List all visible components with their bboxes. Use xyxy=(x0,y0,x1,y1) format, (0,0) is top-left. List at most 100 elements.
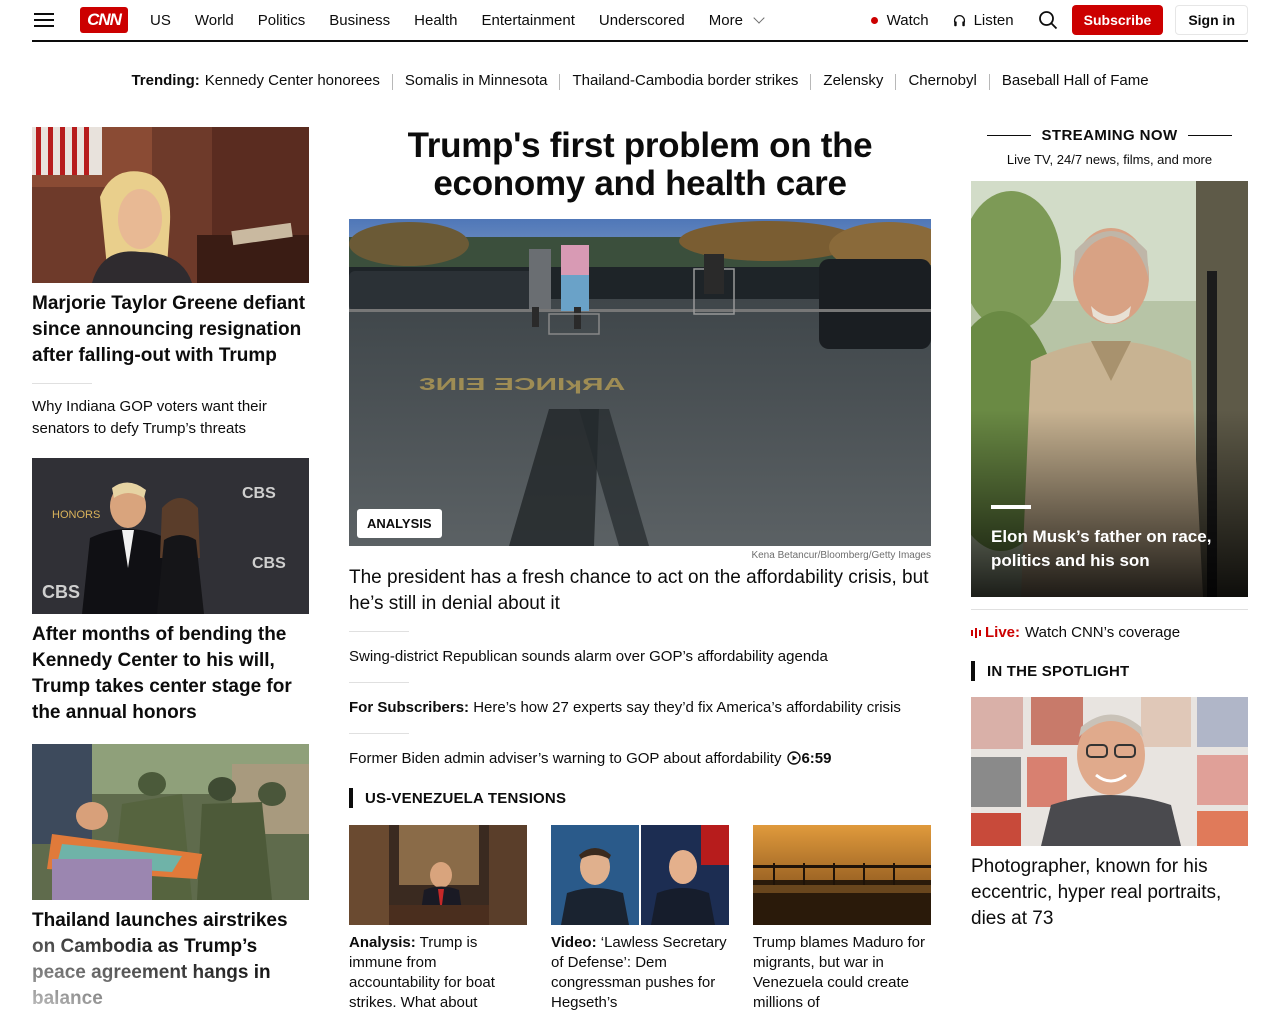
story-image-kennedy[interactable]: HONORS CBS CBS CBS xyxy=(32,458,309,614)
spotlight-headline[interactable]: Photographer, known for his eccentric, h… xyxy=(971,854,1248,932)
section-bar xyxy=(971,661,975,681)
photo-thailand xyxy=(32,744,309,900)
trending-bar: Trending: Kennedy Center honorees Somali… xyxy=(0,72,1280,90)
sign-in-button[interactable]: Sign in xyxy=(1175,5,1248,35)
nav-link-underscored[interactable]: Underscored xyxy=(599,12,685,29)
trending-item[interactable]: Somalis in Minnesota xyxy=(405,72,548,90)
story-image-greene[interactable] xyxy=(32,127,309,283)
headline-kennedy-center[interactable]: After months of bending the Kennedy Cent… xyxy=(32,622,309,726)
divider xyxy=(971,609,1248,610)
nav-more[interactable]: More xyxy=(709,12,765,29)
headphones-icon xyxy=(953,14,965,26)
card-maduro[interactable]: Trump blames Maduro for migrants, but wa… xyxy=(753,825,931,1013)
headline-thailand[interactable]: Thailand launches airstrikes on Cambodia… xyxy=(32,908,309,1012)
streaming-subtitle: Live TV, 24/7 news, films, and more xyxy=(1006,152,1213,167)
video-title: Former Biden admin adviser’s warning to … xyxy=(349,750,782,767)
divider xyxy=(349,682,409,683)
streaming-card[interactable]: Elon Musk’s father on race, politics and… xyxy=(971,181,1248,597)
live-dot-icon xyxy=(870,16,878,24)
menu-icon[interactable] xyxy=(34,13,54,27)
nav-link-us[interactable]: US xyxy=(150,12,171,29)
svg-text:CBS: CBS xyxy=(42,582,80,602)
divider xyxy=(559,74,561,90)
accent-bar xyxy=(991,505,1031,509)
card-image xyxy=(753,825,931,925)
watch-link[interactable]: Watch xyxy=(870,11,929,29)
related-video-biden-adviser[interactable]: Former Biden admin adviser’s warning to … xyxy=(349,748,931,770)
photo-parking-lot: 3ИIƎ ƎƆИIʞЯA xyxy=(349,219,931,546)
trending-item[interactable]: Kennedy Center honorees xyxy=(205,72,380,90)
spotlight-heading: IN THE SPOTLIGHT xyxy=(971,661,1248,681)
spotlight-image[interactable] xyxy=(971,697,1248,846)
subscribe-button[interactable]: Subscribe xyxy=(1071,5,1164,35)
lead-image[interactable]: 3ИIƎ ƎƆИIʞЯA ANALYSIS xyxy=(349,219,931,546)
trending-label: Trending: xyxy=(131,72,200,89)
trending-item[interactable]: Thailand-Cambodia border strikes xyxy=(572,72,798,90)
section-title: US-VENEZUELA TENSIONS xyxy=(365,789,567,807)
related-link-subscribers[interactable]: For Subscribers: Here’s how 27 experts s… xyxy=(349,697,931,719)
divider xyxy=(32,383,92,384)
card-text: Trump blames Maduro for migrants, but wa… xyxy=(753,933,931,1013)
svg-text:CBS: CBS xyxy=(242,485,276,502)
nav-link-business[interactable]: Business xyxy=(329,12,390,29)
nav-actions: Watch Listen Subscribe Sign in xyxy=(870,5,1248,35)
related-link-indiana[interactable]: Why Indiana GOP voters want their senato… xyxy=(32,396,309,440)
nav-links: US World Politics Business Health Entert… xyxy=(150,12,709,29)
nav-link-entertainment[interactable]: Entertainment xyxy=(482,12,575,29)
listen-link[interactable]: Listen xyxy=(953,12,1014,29)
trending-item[interactable]: Chernobyl xyxy=(908,72,976,90)
photo-border-sunset xyxy=(753,825,931,925)
photo-credit: Kena Betancur/Bloomberg/Getty Images xyxy=(751,550,931,561)
watch-label: Watch xyxy=(886,11,929,29)
card-body: Trump blames Maduro for migrants, but wa… xyxy=(753,934,926,1011)
related-link-swing-district[interactable]: Swing-district Republican sounds alarm o… xyxy=(349,646,931,668)
streaming-title: STREAMING NOW xyxy=(1041,127,1178,144)
chevron-down-icon xyxy=(753,12,765,24)
divider xyxy=(391,74,393,90)
live-coverage-link[interactable]: Live: Watch CNN’s coverage xyxy=(971,624,1248,641)
card-label: Analysis: xyxy=(349,934,416,951)
nav-link-health[interactable]: Health xyxy=(414,12,457,29)
headline-greene[interactable]: Marjorie Taylor Greene defiant since ann… xyxy=(32,291,309,369)
photo-split-screen xyxy=(551,825,729,925)
lead-headline[interactable]: Trump's first problem on the economy and… xyxy=(349,127,931,203)
cnn-logo[interactable]: CNN xyxy=(80,7,128,33)
card-label: Video: xyxy=(551,934,597,951)
live-label: Live: xyxy=(985,624,1021,641)
photo-kennedy-center: HONORS CBS CBS CBS xyxy=(32,458,309,614)
video-duration: 6:59 xyxy=(801,750,832,767)
divider xyxy=(987,135,1032,136)
svg-text:3ИIƎ ƎƆИIʞЯA: 3ИIƎ ƎƆИIʞЯA xyxy=(419,375,625,395)
trending-item[interactable]: Baseball Hall of Fame xyxy=(1002,72,1149,90)
play-icon xyxy=(787,751,802,765)
divider xyxy=(349,631,409,632)
spotlight-title: IN THE SPOTLIGHT xyxy=(987,662,1130,680)
card-hegseth[interactable]: Video: ‘Lawless Secretary of Defense’: D… xyxy=(551,825,729,1013)
divider xyxy=(349,733,409,734)
streaming-heading: STREAMING NOW xyxy=(971,127,1248,144)
right-column: STREAMING NOW Live TV, 24/7 news, films,… xyxy=(971,127,1248,932)
divider xyxy=(810,74,812,90)
section-heading-venezuela: US-VENEZUELA TENSIONS xyxy=(349,788,931,808)
card-text: Video: ‘Lawless Secretary of Defense’: D… xyxy=(551,933,729,1013)
svg-text:HONORS: HONORS xyxy=(52,509,100,521)
lead-subheadline[interactable]: The president has a fresh chance to act … xyxy=(349,565,931,617)
photo-greene xyxy=(32,127,309,283)
search-icon[interactable] xyxy=(1038,10,1058,30)
live-text: Watch CNN’s coverage xyxy=(1025,624,1181,641)
venezuela-cards: Analysis: Trump is immune from accountab… xyxy=(349,825,931,1013)
left-column: Marjorie Taylor Greene defiant since ann… xyxy=(32,127,309,1012)
subscribers-label: For Subscribers: xyxy=(349,699,470,716)
subscribers-text: Here’s how 27 experts say they’d fix Ame… xyxy=(469,699,901,716)
center-column: Trump's first problem on the economy and… xyxy=(349,127,931,1013)
card-image xyxy=(551,825,729,925)
streaming-caption: Elon Musk’s father on race, politics and… xyxy=(991,527,1212,570)
card-image xyxy=(349,825,527,925)
card-boat-strikes[interactable]: Analysis: Trump is immune from accountab… xyxy=(349,825,527,1013)
section-bar xyxy=(349,788,353,808)
nav-link-politics[interactable]: Politics xyxy=(258,12,306,29)
nav-link-world[interactable]: World xyxy=(195,12,234,29)
story-image-thailand[interactable] xyxy=(32,744,309,900)
trending-item[interactable]: Zelensky xyxy=(823,72,883,90)
photo-trump-oval-office xyxy=(349,825,527,925)
